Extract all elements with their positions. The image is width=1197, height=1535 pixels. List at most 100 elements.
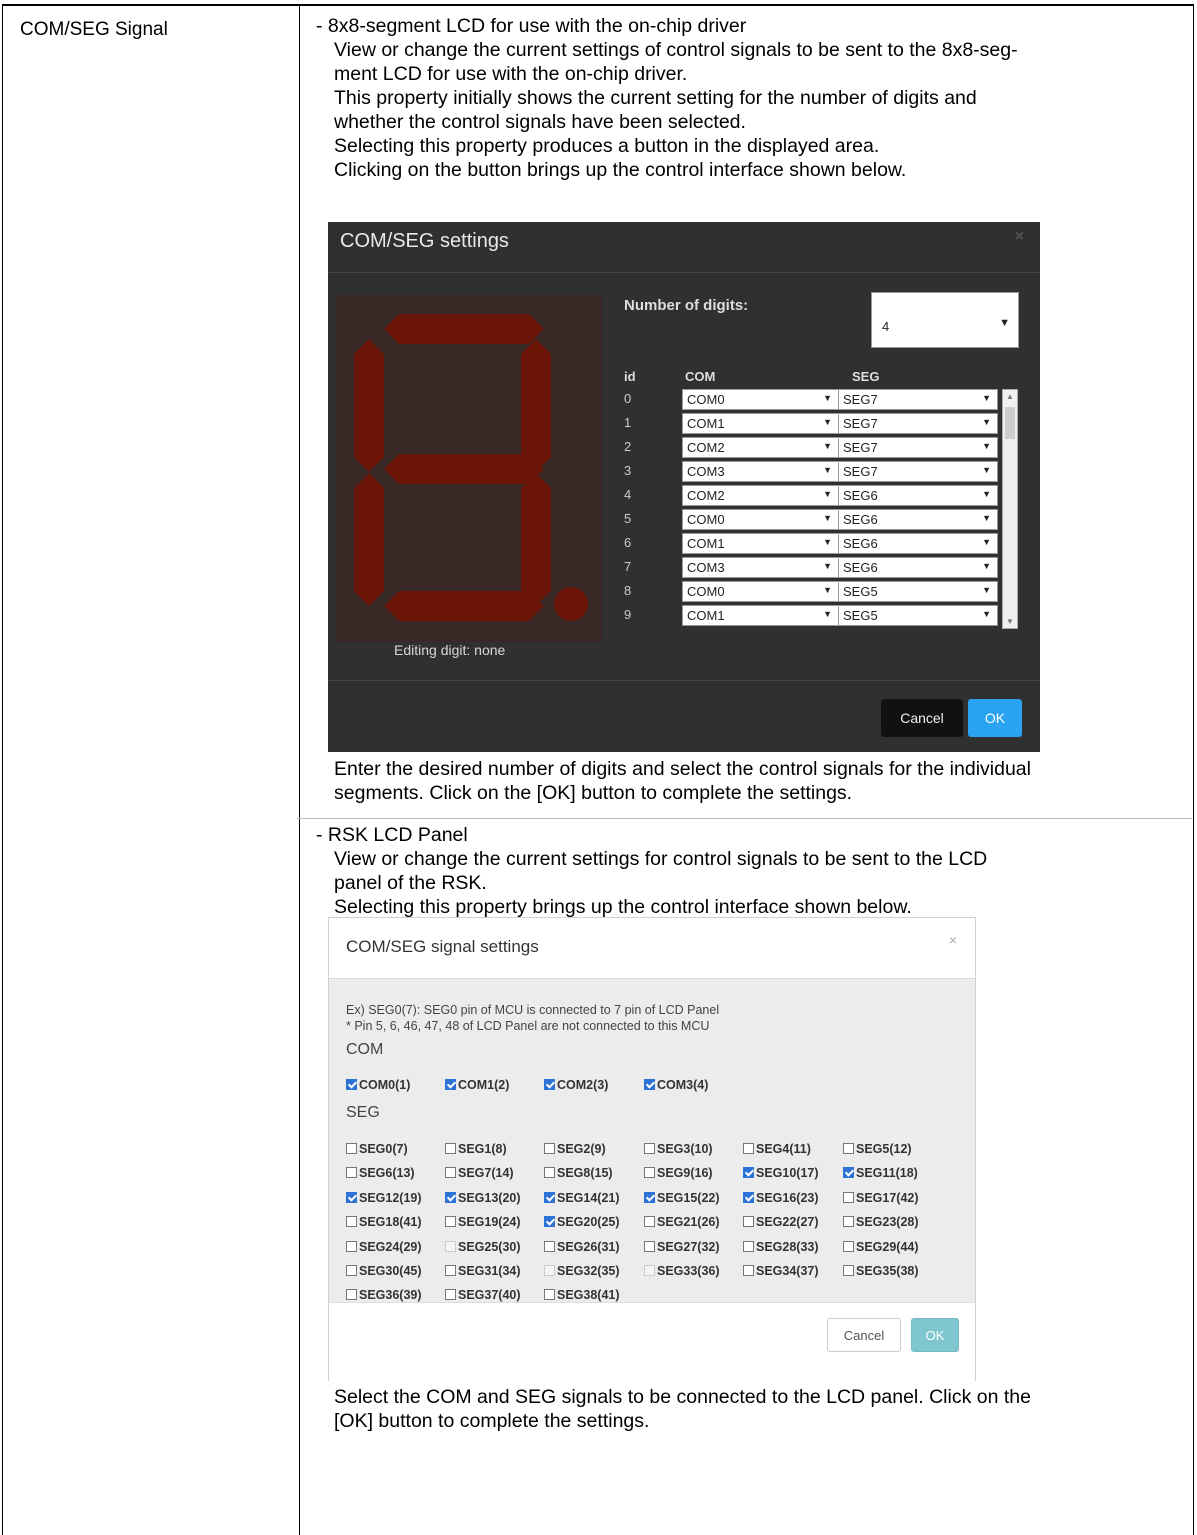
com-select[interactable]: COM2 ▼: [682, 437, 839, 458]
table-scrollbar[interactable]: ▲ ▼: [1002, 389, 1018, 629]
checkbox-icon[interactable]: [346, 1167, 357, 1179]
seg-select[interactable]: SEG6 ▼: [838, 485, 998, 506]
seg-checkbox[interactable]: SEG27(32): [644, 1240, 720, 1254]
checkbox-icon[interactable]: [346, 1216, 357, 1228]
cancel-button[interactable]: Cancel: [881, 699, 963, 737]
com-select[interactable]: COM3 ▼: [682, 557, 839, 578]
segment-a[interactable]: [384, 314, 544, 344]
checkbox-icon[interactable]: [544, 1167, 555, 1179]
seg-select[interactable]: SEG7 ▼: [838, 413, 998, 434]
seg-checkbox[interactable]: SEG13(20): [445, 1191, 521, 1205]
seg-checkbox[interactable]: SEG4(11): [743, 1142, 811, 1156]
com-select[interactable]: COM2 ▼: [682, 485, 839, 506]
checkbox-icon[interactable]: [644, 1240, 655, 1252]
seg-checkbox[interactable]: SEG38(41): [544, 1288, 620, 1302]
seg-select[interactable]: SEG5 ▼: [838, 605, 998, 626]
com-checkbox[interactable]: COM3(4): [644, 1078, 708, 1092]
seg-checkbox[interactable]: SEG33(36): [644, 1264, 720, 1278]
seg-checkbox[interactable]: SEG36(39): [346, 1288, 422, 1302]
seg-checkbox[interactable]: SEG17(42): [843, 1191, 919, 1205]
seg-checkbox[interactable]: SEG32(35): [544, 1264, 620, 1278]
checkbox-icon[interactable]: [843, 1167, 854, 1179]
segment-b[interactable]: [521, 339, 551, 472]
segment-c[interactable]: [521, 473, 551, 606]
seg-checkbox[interactable]: SEG18(41): [346, 1215, 422, 1229]
segment-e[interactable]: [354, 473, 384, 606]
seg-checkbox[interactable]: SEG16(23): [743, 1191, 819, 1205]
segment-g[interactable]: [384, 454, 544, 484]
checkbox-icon[interactable]: [346, 1265, 357, 1276]
seg-checkbox[interactable]: SEG19(24): [445, 1215, 521, 1229]
checkbox-icon[interactable]: [445, 1167, 456, 1179]
checkbox-icon[interactable]: [544, 1143, 555, 1154]
seg-checkbox[interactable]: SEG14(21): [544, 1191, 620, 1205]
seg-checkbox[interactable]: SEG21(26): [644, 1215, 720, 1229]
checkbox-icon[interactable]: [346, 1289, 357, 1301]
number-of-digits-select[interactable]: 4 ▼: [871, 292, 1019, 348]
segment-d[interactable]: [384, 591, 544, 621]
seg-select[interactable]: SEG6 ▼: [838, 509, 998, 530]
checkbox-icon[interactable]: [445, 1265, 456, 1276]
checkbox-icon[interactable]: [843, 1265, 854, 1276]
seg-checkbox[interactable]: SEG30(45): [346, 1264, 422, 1278]
cancel-button[interactable]: Cancel: [827, 1318, 901, 1352]
ok-button[interactable]: OK: [911, 1318, 959, 1352]
com-checkbox[interactable]: COM2(3): [544, 1078, 608, 1092]
close-icon[interactable]: ×: [1015, 228, 1024, 246]
checkbox-icon[interactable]: [743, 1240, 754, 1252]
checkbox-icon[interactable]: [544, 1240, 555, 1252]
com-select[interactable]: COM1 ▼: [682, 605, 839, 626]
checkbox-icon[interactable]: [843, 1143, 854, 1154]
seg-checkbox[interactable]: SEG20(25): [544, 1215, 620, 1229]
checkbox-icon[interactable]: [445, 1240, 456, 1252]
seg-checkbox[interactable]: SEG23(28): [843, 1215, 919, 1229]
com-checkbox[interactable]: COM0(1): [346, 1078, 410, 1092]
checkbox-icon[interactable]: [743, 1191, 754, 1203]
seg-checkbox[interactable]: SEG0(7): [346, 1142, 408, 1156]
checkbox-icon[interactable]: [644, 1167, 655, 1179]
segment-f[interactable]: [354, 339, 384, 472]
seg-checkbox[interactable]: SEG28(33): [743, 1240, 819, 1254]
scroll-thumb[interactable]: [1005, 407, 1015, 439]
checkbox-icon[interactable]: [346, 1240, 357, 1252]
seg-checkbox[interactable]: SEG34(37): [743, 1264, 819, 1278]
checkbox-icon[interactable]: [445, 1289, 456, 1301]
com-select[interactable]: COM0 ▼: [682, 509, 839, 530]
seg-checkbox[interactable]: SEG10(17): [743, 1166, 819, 1180]
checkbox-icon[interactable]: [644, 1191, 655, 1203]
checkbox-icon[interactable]: [644, 1265, 655, 1276]
checkbox-icon[interactable]: [843, 1216, 854, 1228]
seg-checkbox[interactable]: SEG6(13): [346, 1166, 415, 1180]
segment-dp[interactable]: [554, 587, 588, 621]
checkbox-icon[interactable]: [644, 1216, 655, 1228]
checkbox-icon[interactable]: [544, 1079, 555, 1090]
checkbox-icon[interactable]: [743, 1265, 754, 1276]
seg-checkbox[interactable]: SEG12(19): [346, 1191, 422, 1205]
com-select[interactable]: COM3 ▼: [682, 461, 839, 482]
seg-checkbox[interactable]: SEG37(40): [445, 1288, 521, 1302]
checkbox-icon[interactable]: [644, 1079, 655, 1090]
seg-checkbox[interactable]: SEG15(22): [644, 1191, 720, 1205]
seg-checkbox[interactable]: SEG24(29): [346, 1240, 422, 1254]
seg-checkbox[interactable]: SEG25(30): [445, 1240, 521, 1254]
seg-select[interactable]: SEG6 ▼: [838, 557, 998, 578]
checkbox-icon[interactable]: [544, 1191, 555, 1203]
scroll-down-icon[interactable]: ▼: [1006, 617, 1014, 626]
checkbox-icon[interactable]: [743, 1143, 754, 1154]
scroll-up-icon[interactable]: ▲: [1006, 392, 1014, 401]
seg-select[interactable]: SEG5 ▼: [838, 581, 998, 602]
checkbox-icon[interactable]: [346, 1191, 357, 1203]
seg-checkbox[interactable]: SEG3(10): [644, 1142, 713, 1156]
seg-checkbox[interactable]: SEG1(8): [445, 1142, 507, 1156]
checkbox-icon[interactable]: [644, 1143, 655, 1154]
seg-checkbox[interactable]: SEG9(16): [644, 1166, 713, 1180]
checkbox-icon[interactable]: [843, 1240, 854, 1252]
close-icon[interactable]: ×: [949, 932, 957, 948]
com-select[interactable]: COM1 ▼: [682, 533, 839, 554]
checkbox-icon[interactable]: [544, 1216, 555, 1228]
seg-checkbox[interactable]: SEG35(38): [843, 1264, 919, 1278]
checkbox-icon[interactable]: [843, 1191, 854, 1203]
checkbox-icon[interactable]: [346, 1079, 357, 1090]
ok-button[interactable]: OK: [968, 699, 1022, 737]
com-select[interactable]: COM1 ▼: [682, 413, 839, 434]
